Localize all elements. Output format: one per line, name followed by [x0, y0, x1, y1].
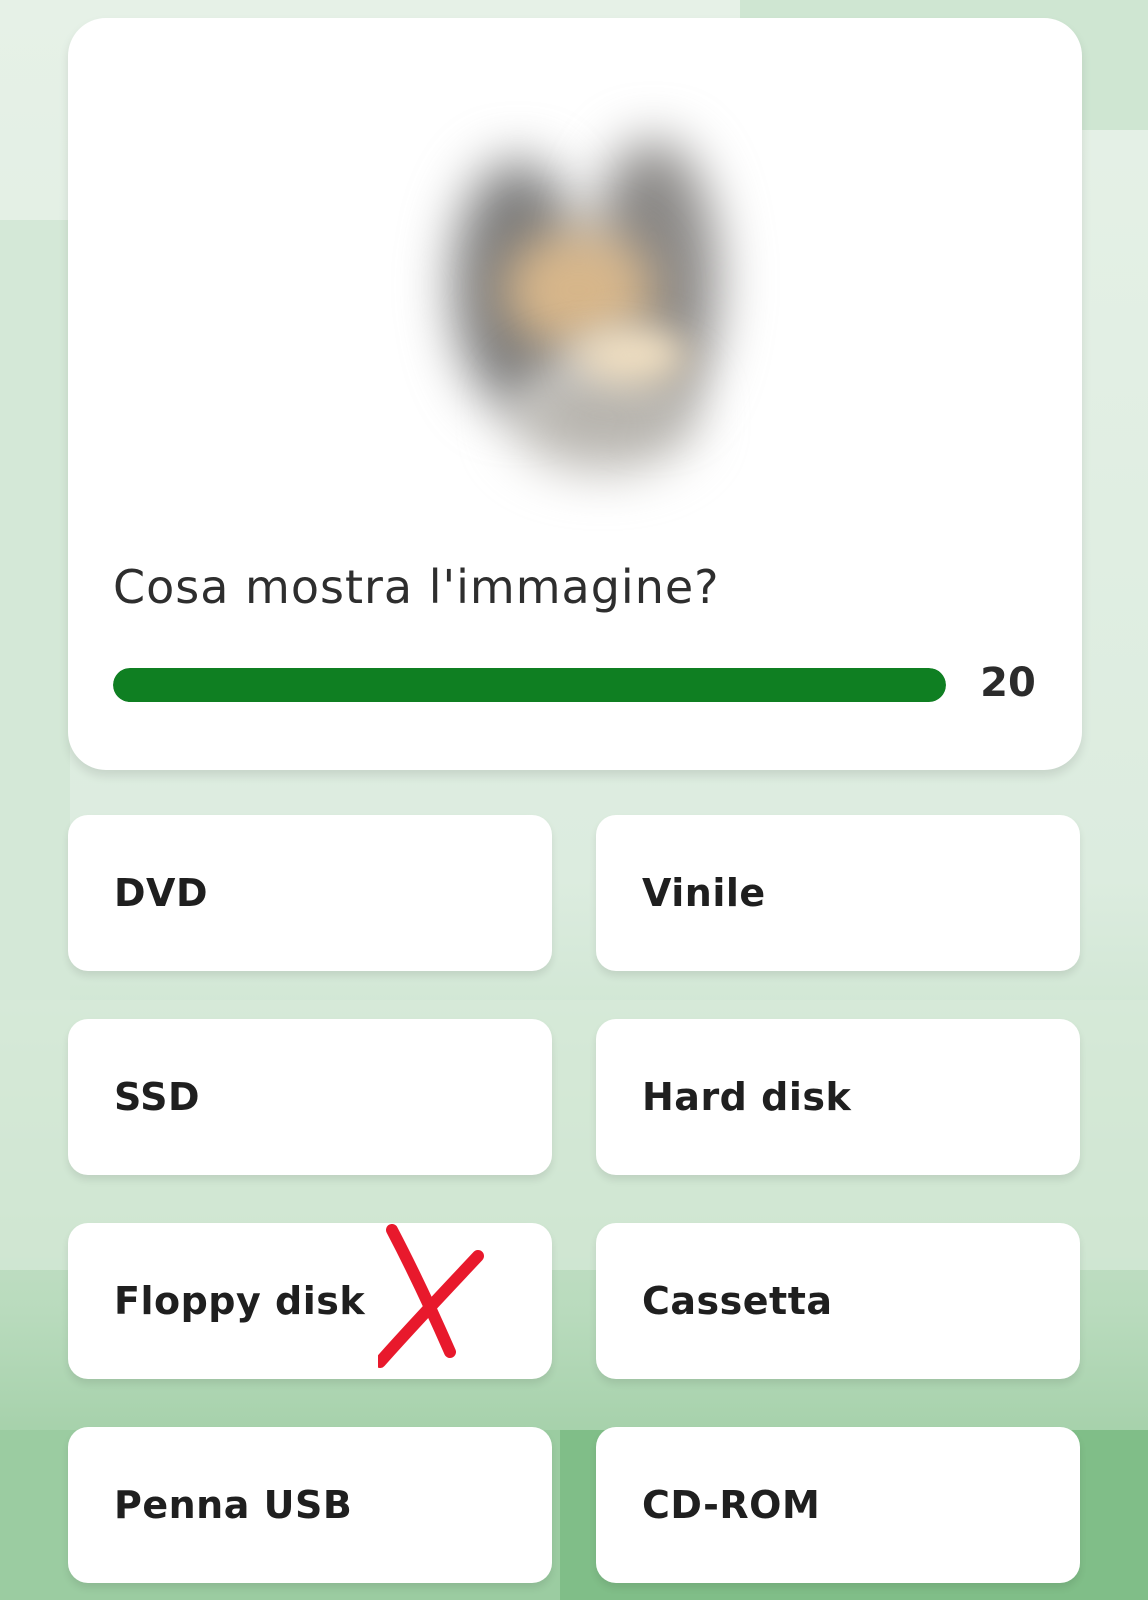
- answer-option-vinile[interactable]: Vinile: [596, 815, 1080, 971]
- answer-label: Hard disk: [642, 1075, 852, 1119]
- answer-option-ssd[interactable]: SSD: [68, 1019, 552, 1175]
- blurred-question-image: [363, 70, 793, 522]
- timer-bar-fill: [113, 668, 946, 702]
- answer-option-dvd[interactable]: DVD: [68, 815, 552, 971]
- question-text: Cosa mostra l'immagine?: [113, 560, 720, 614]
- background-shape: [0, 220, 70, 1000]
- answer-label: Cassetta: [642, 1279, 833, 1323]
- answer-label: SSD: [114, 1075, 201, 1119]
- answer-option-cassetta[interactable]: Cassetta: [596, 1223, 1080, 1379]
- answer-label: Vinile: [642, 871, 766, 915]
- answer-label: Penna USB: [114, 1483, 353, 1527]
- answer-label: CD-ROM: [642, 1483, 821, 1527]
- answer-option-hard-disk[interactable]: Hard disk: [596, 1019, 1080, 1175]
- answer-label: DVD: [114, 871, 208, 915]
- answer-label: Floppy disk: [114, 1279, 366, 1323]
- cross-mark-icon: [378, 1224, 484, 1368]
- timer-value: 20: [980, 660, 1036, 706]
- timer-bar: [113, 668, 946, 702]
- answer-option-cd-rom[interactable]: CD-ROM: [596, 1427, 1080, 1583]
- answer-option-penna-usb[interactable]: Penna USB: [68, 1427, 552, 1583]
- question-card: Cosa mostra l'immagine? 20: [68, 18, 1082, 770]
